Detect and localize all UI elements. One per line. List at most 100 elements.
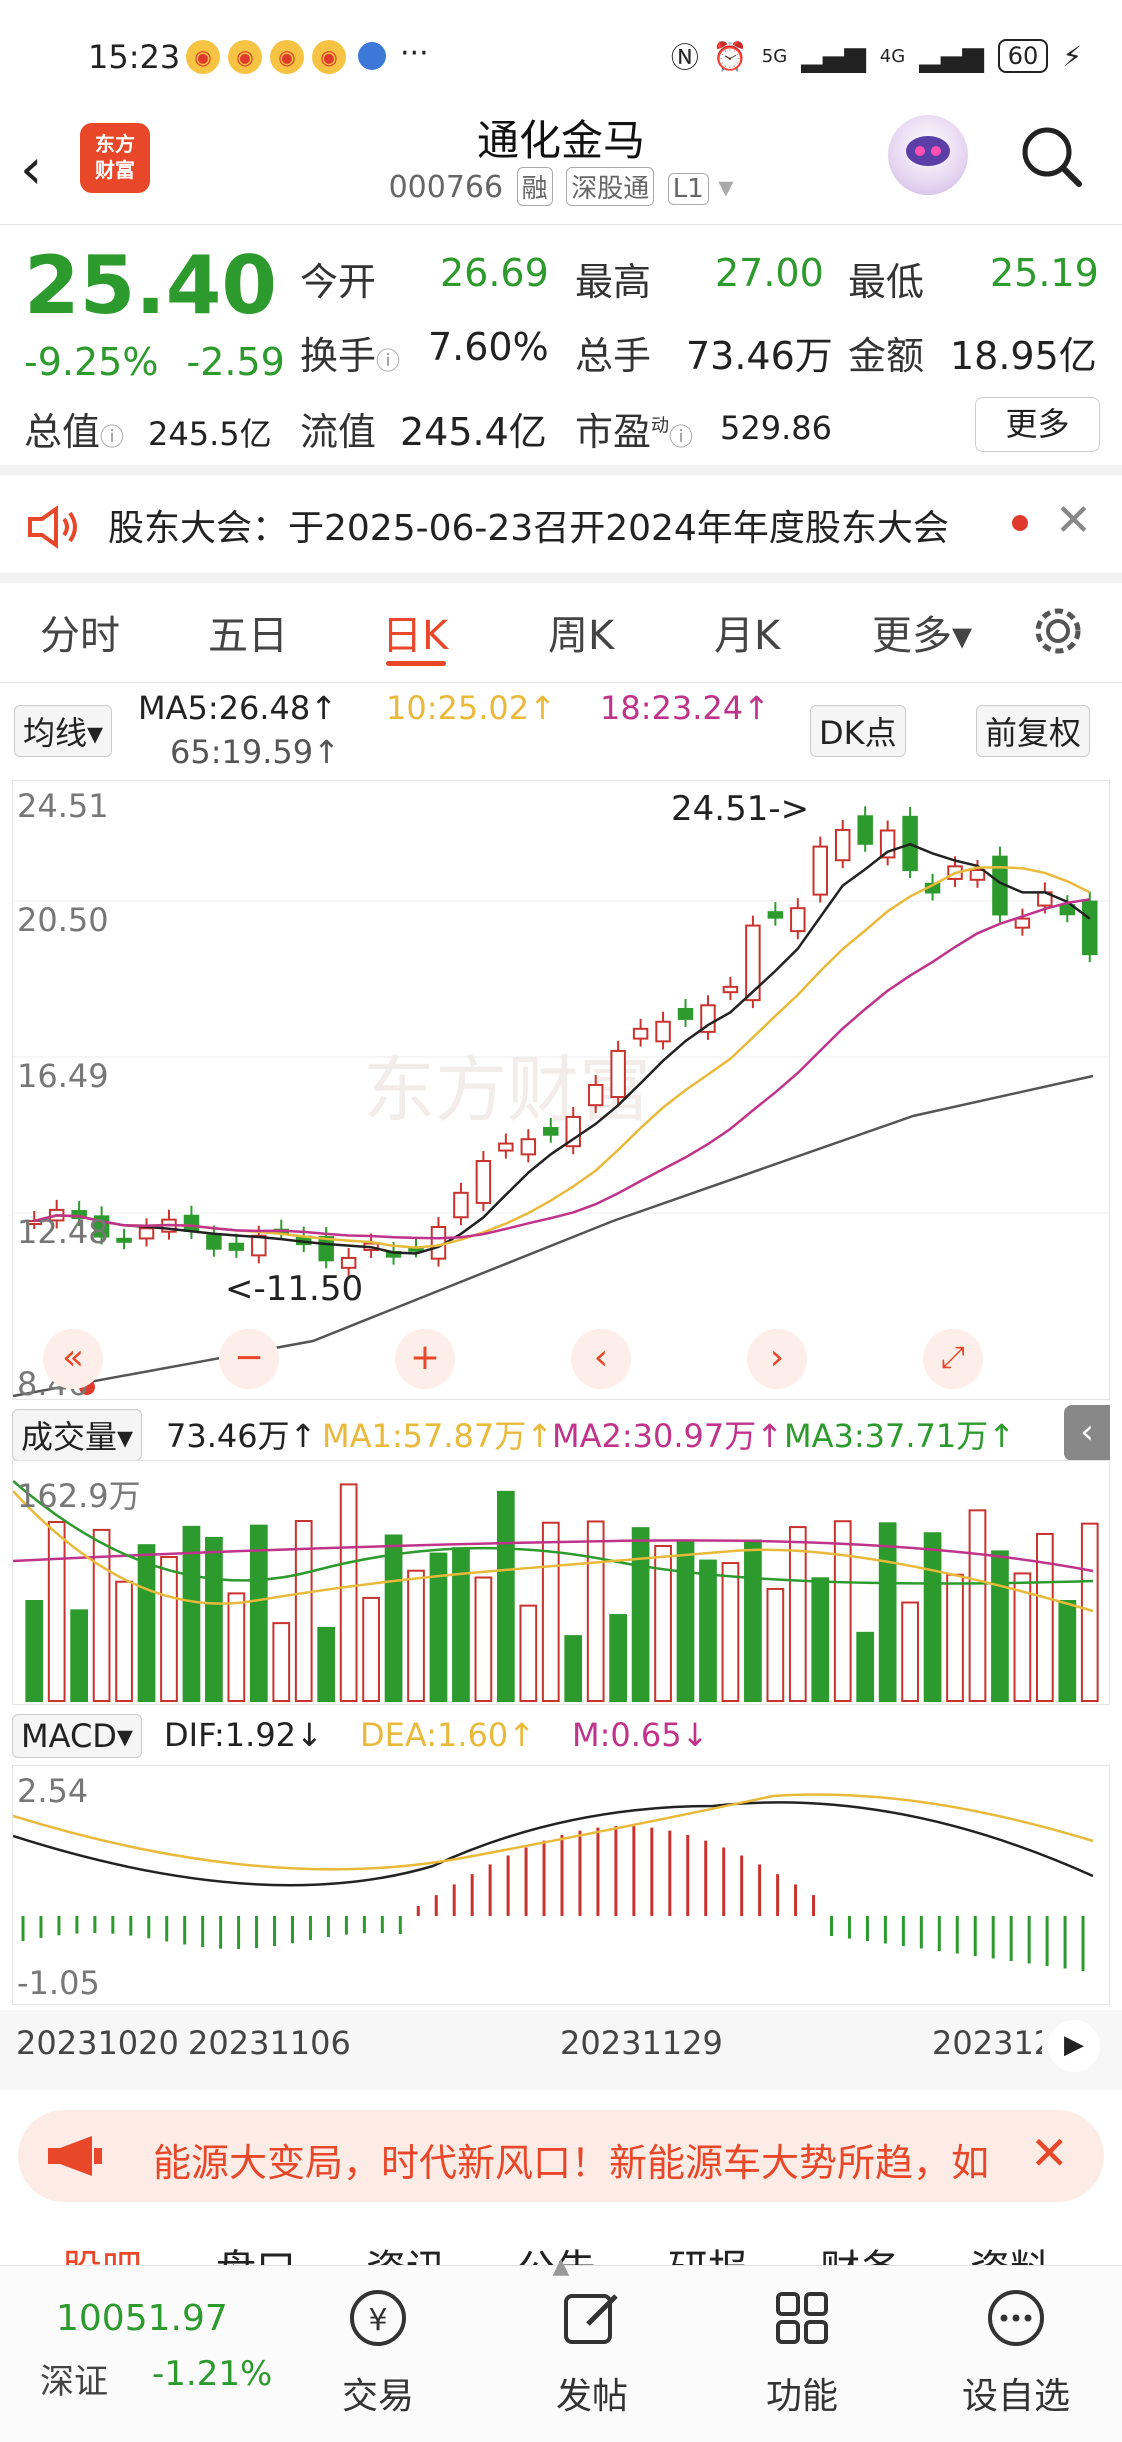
candle-body [857, 815, 873, 845]
tab-five-day[interactable]: 五日 [208, 603, 288, 661]
margin-tag: 融 [516, 167, 553, 206]
zoom-in-icon[interactable]: + [395, 1329, 455, 1389]
date-label-2: 20231106 [188, 2024, 351, 2062]
period-tabs: 分时 五日 日K 周K 月K 更多▾ [0, 583, 1122, 683]
volume-bar [362, 1596, 380, 1702]
play-icon[interactable]: ▶ [1048, 2020, 1100, 2072]
fullscreen-icon[interactable]: ⤢ [923, 1329, 983, 1389]
vol-ma3: MA3:37.71万↑ [784, 1417, 1016, 1455]
nav-trade-label: 交易 [341, 2376, 414, 2417]
tab-weekly-k[interactable]: 周K [548, 603, 614, 661]
volume-bar [609, 1614, 628, 1702]
index-change[interactable]: -1.21% [152, 2354, 272, 2394]
gear-icon[interactable] [1030, 603, 1086, 659]
browser-icon [358, 42, 386, 70]
close-icon[interactable]: ✕ [1055, 495, 1092, 546]
volume-bar [923, 1532, 942, 1703]
volume-bar [384, 1534, 403, 1703]
turnover-label-text: 换手 [300, 334, 377, 378]
kline-chart[interactable]: 东方财富 24.51 20.50 16.49 12.48 8.46 24.51-… [12, 780, 1111, 1403]
dea-line [13, 1793, 1094, 1871]
zoom-out-icon[interactable]: − [219, 1329, 279, 1389]
volume-bar [339, 1483, 358, 1702]
volume-bar [249, 1524, 268, 1703]
ad-banner[interactable]: 能源大变局，时代新风口！新能源车大势所趋，如 ✕ [18, 2110, 1104, 2202]
nav-trade[interactable]: ¥ 交易 [308, 2286, 448, 2419]
price-change: -9.25% -2.59 [24, 340, 285, 384]
tab-daily-k[interactable]: 日K [382, 603, 448, 661]
macd-svg [13, 1793, 1094, 1971]
macd-m: M:0.65↓ [572, 1716, 709, 1754]
nfc-icon: Ⓝ [670, 41, 699, 74]
volume-bar [946, 1573, 964, 1702]
y-label-4: 12.48 [17, 1213, 109, 1251]
tab-monthly-k[interactable]: 月K [714, 603, 780, 661]
scroll-left-icon[interactable]: ‹ [571, 1329, 631, 1389]
trade-icon: ¥ [350, 2290, 406, 2346]
macd-dif: DIF:1.92↓ [164, 1716, 323, 1754]
mktcap-label-text: 总值 [24, 410, 101, 454]
volume-bar [564, 1635, 583, 1702]
ma-selector[interactable]: 均线▾ [14, 705, 113, 757]
volume-bar [766, 1587, 785, 1702]
assistant-avatar[interactable] [888, 115, 968, 195]
index-name[interactable]: 深证 [40, 2354, 108, 2403]
close-icon[interactable]: ✕ [1030, 2126, 1069, 2180]
mktcap-label[interactable]: 总值ⓘ [24, 401, 124, 456]
candle-body [138, 1227, 155, 1240]
tab-intraday[interactable]: 分时 [40, 603, 120, 661]
rewind-icon[interactable]: « [43, 1329, 103, 1389]
status-indicators: Ⓝ ⏰ 5G ▂▄▆ 4G ▂▄▆ 60 ⚡ [671, 36, 1082, 76]
collapse-side-button[interactable]: ‹ [1064, 1405, 1110, 1461]
speaker-icon [28, 505, 77, 549]
volume-legend: 成交量▾ 73.46万↑ MA1:57.87万↑ MA2:30.97万↑ MA3… [12, 1405, 1110, 1461]
volume-bar [631, 1527, 650, 1702]
index-value[interactable]: 10051.97 [56, 2298, 228, 2339]
candle-body [318, 1236, 334, 1262]
mktcap-value: 245.5亿 [148, 415, 272, 453]
candle-body [812, 845, 829, 896]
macd-top-label: 2.54 [17, 1772, 89, 1810]
volume-chart[interactable]: 162.9万 [12, 1460, 1110, 1705]
volume-selector[interactable]: 成交量▾ [12, 1409, 143, 1461]
nav-watchlist[interactable]: 设自选 [946, 2286, 1086, 2419]
candle-body [587, 1083, 604, 1107]
info-icon: ⓘ [376, 347, 401, 375]
volume-bar [744, 1539, 762, 1702]
more-button[interactable]: 更多 [975, 397, 1100, 452]
nav-post[interactable]: 发帖 [522, 2286, 662, 2419]
volume-bar [1035, 1532, 1054, 1702]
tab-more[interactable]: 更多▾ [872, 603, 972, 661]
y-label-2: 20.50 [17, 901, 109, 939]
candle-body [183, 1214, 200, 1232]
volume-value: 73.46万 [686, 334, 833, 378]
candle-body [879, 829, 896, 859]
scroll-right-icon[interactable]: › [747, 1329, 807, 1389]
date-label-1: 20231020 [16, 2024, 179, 2062]
candle-body [116, 1237, 132, 1243]
volume-bar [25, 1600, 44, 1702]
candle-body [790, 907, 806, 933]
pe-label[interactable]: 市盈动ⓘ [575, 401, 693, 456]
volume-bar [1058, 1600, 1077, 1703]
volume-bar [788, 1526, 807, 1702]
volume-bar [541, 1521, 560, 1702]
volume-bar [991, 1550, 1009, 1703]
macd-chart[interactable]: 2.54 -1.05 [12, 1765, 1110, 2005]
dk-point-button[interactable]: DK点 [810, 705, 906, 757]
adjust-button[interactable]: 前复权 [976, 705, 1091, 757]
drag-handle-icon[interactable]: ▲ [0, 2254, 1122, 2279]
last-price: 25.40 [24, 239, 278, 332]
candle-body [1082, 900, 1098, 956]
notice-bar[interactable]: 股东大会：于2025-06-23召开2024年年度股东大会 ✕ [0, 475, 1122, 583]
nav-post-label: 发帖 [555, 2376, 628, 2417]
level-tag: L1 [667, 173, 709, 205]
svg-text:¥: ¥ [368, 2303, 387, 2338]
macd-selector[interactable]: MACD▾ [12, 1714, 142, 1758]
search-button[interactable] [1015, 120, 1087, 192]
candle-body [969, 869, 986, 881]
turnover-label[interactable]: 换手ⓘ [300, 325, 400, 380]
float-label: 流值 [300, 410, 377, 454]
battery-icon: 60 [997, 39, 1049, 73]
nav-function[interactable]: 功能 [732, 2286, 872, 2419]
